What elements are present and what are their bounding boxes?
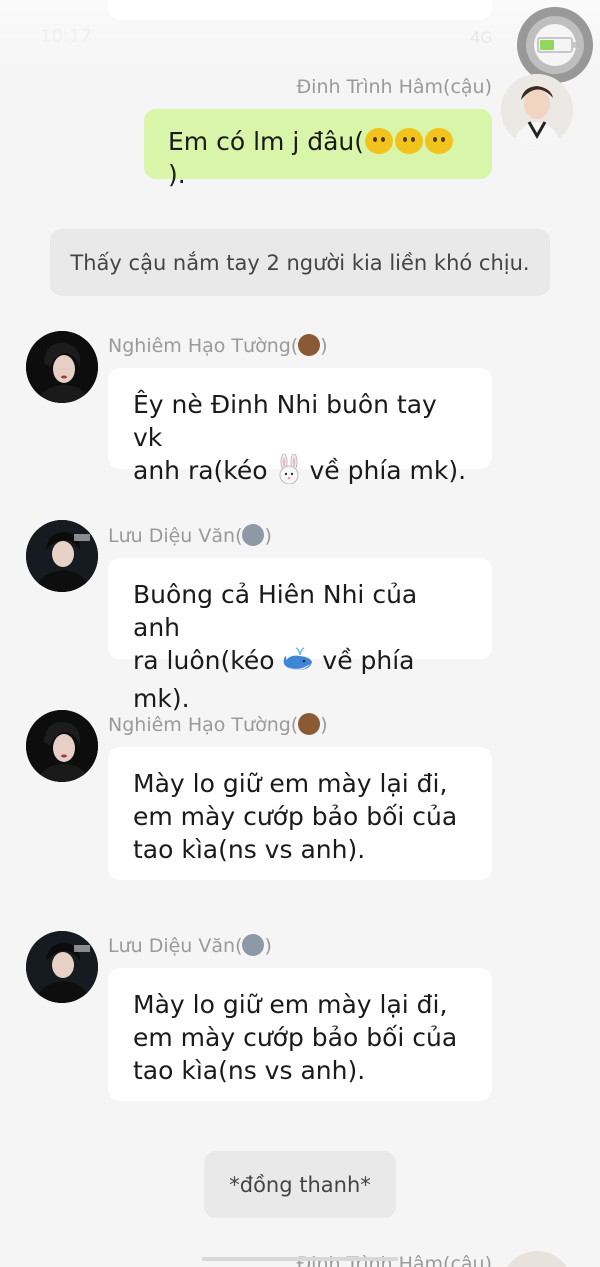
sender-name: Nghiêm Hạo Tường() <box>108 713 328 736</box>
message-line: Mày lo giữ em mày lại đi, <box>133 990 448 1019</box>
narration-text: *đồng thanh* <box>229 1173 371 1197</box>
status-time: 10:17 <box>40 26 92 47</box>
avatar[interactable] <box>26 331 98 403</box>
message-line: ra luôn(kéo về phía mk). <box>133 646 415 713</box>
rabbit-icon <box>276 453 302 492</box>
message-bubble[interactable]: Mày lo giữ em mày lại đi, em mày cướp bả… <box>108 968 492 1101</box>
narration-bubble: *đồng thanh* <box>204 1151 396 1218</box>
avatar[interactable] <box>501 1251 573 1267</box>
sender-name: Đinh Trình Hâm(cậu) <box>296 76 492 98</box>
message-line: Mày lo giữ em mày lại đi, <box>133 769 448 798</box>
sender-name: Lưu Diệu Văn() <box>108 524 272 547</box>
message-line: em mày cướp bảo bối của <box>133 802 458 831</box>
message-line: tao kìa(ns vs anh). <box>133 835 366 864</box>
message-line: Buông cả Hiên Nhi của anh <box>133 580 418 642</box>
message-bubble[interactable]: Mày lo giữ em mày lại đi, em mày cướp bả… <box>108 747 492 880</box>
narration-bubble: Thấy cậu nắm tay 2 người kia liền khó ch… <box>50 229 550 296</box>
message-bubble[interactable]: Buông cả Hiên Nhi của anh ra luôn(kéo về… <box>108 558 492 713</box>
message-line: anh ra(kéo về phía mk). <box>133 453 467 492</box>
avatar[interactable] <box>501 74 573 146</box>
sender-name: Nghiêm Hạo Tường() <box>108 334 328 357</box>
avatar[interactable] <box>26 931 98 1003</box>
battery-icon <box>537 37 576 53</box>
whale-icon <box>282 646 314 682</box>
avatar[interactable] <box>26 710 98 782</box>
bear-icon <box>298 334 321 356</box>
message-bubble[interactable]: Êy nè Đinh Nhi buôn tay vk anh ra(kéo về… <box>108 368 492 485</box>
wolf-icon <box>242 524 265 546</box>
sender-name: Lưu Diệu Văn() <box>108 934 272 957</box>
hatching-chick-icon <box>365 128 394 154</box>
assistive-touch-button[interactable] <box>517 7 593 83</box>
message-line: tao kìa(ns vs anh). <box>133 1056 366 1085</box>
home-indicator <box>202 1257 398 1261</box>
message-line: Êy nè Đinh Nhi buôn tay vk <box>133 390 437 452</box>
message-line: em mày cướp bảo bối của <box>133 1023 458 1052</box>
message-text: ). <box>168 160 186 189</box>
wolf-icon <box>242 934 265 956</box>
hatching-chick-icon <box>425 128 454 154</box>
bear-icon <box>298 713 321 735</box>
hatching-chick-icon <box>395 128 424 154</box>
narration-text: Thấy cậu nắm tay 2 người kia liền khó ch… <box>70 251 530 275</box>
message-text: Em có lm j đâu( <box>168 127 365 156</box>
message-bubble-self[interactable]: Em có lm j đâu(). <box>144 109 492 189</box>
status-network: 4G <box>470 28 493 47</box>
avatar[interactable] <box>26 520 98 592</box>
